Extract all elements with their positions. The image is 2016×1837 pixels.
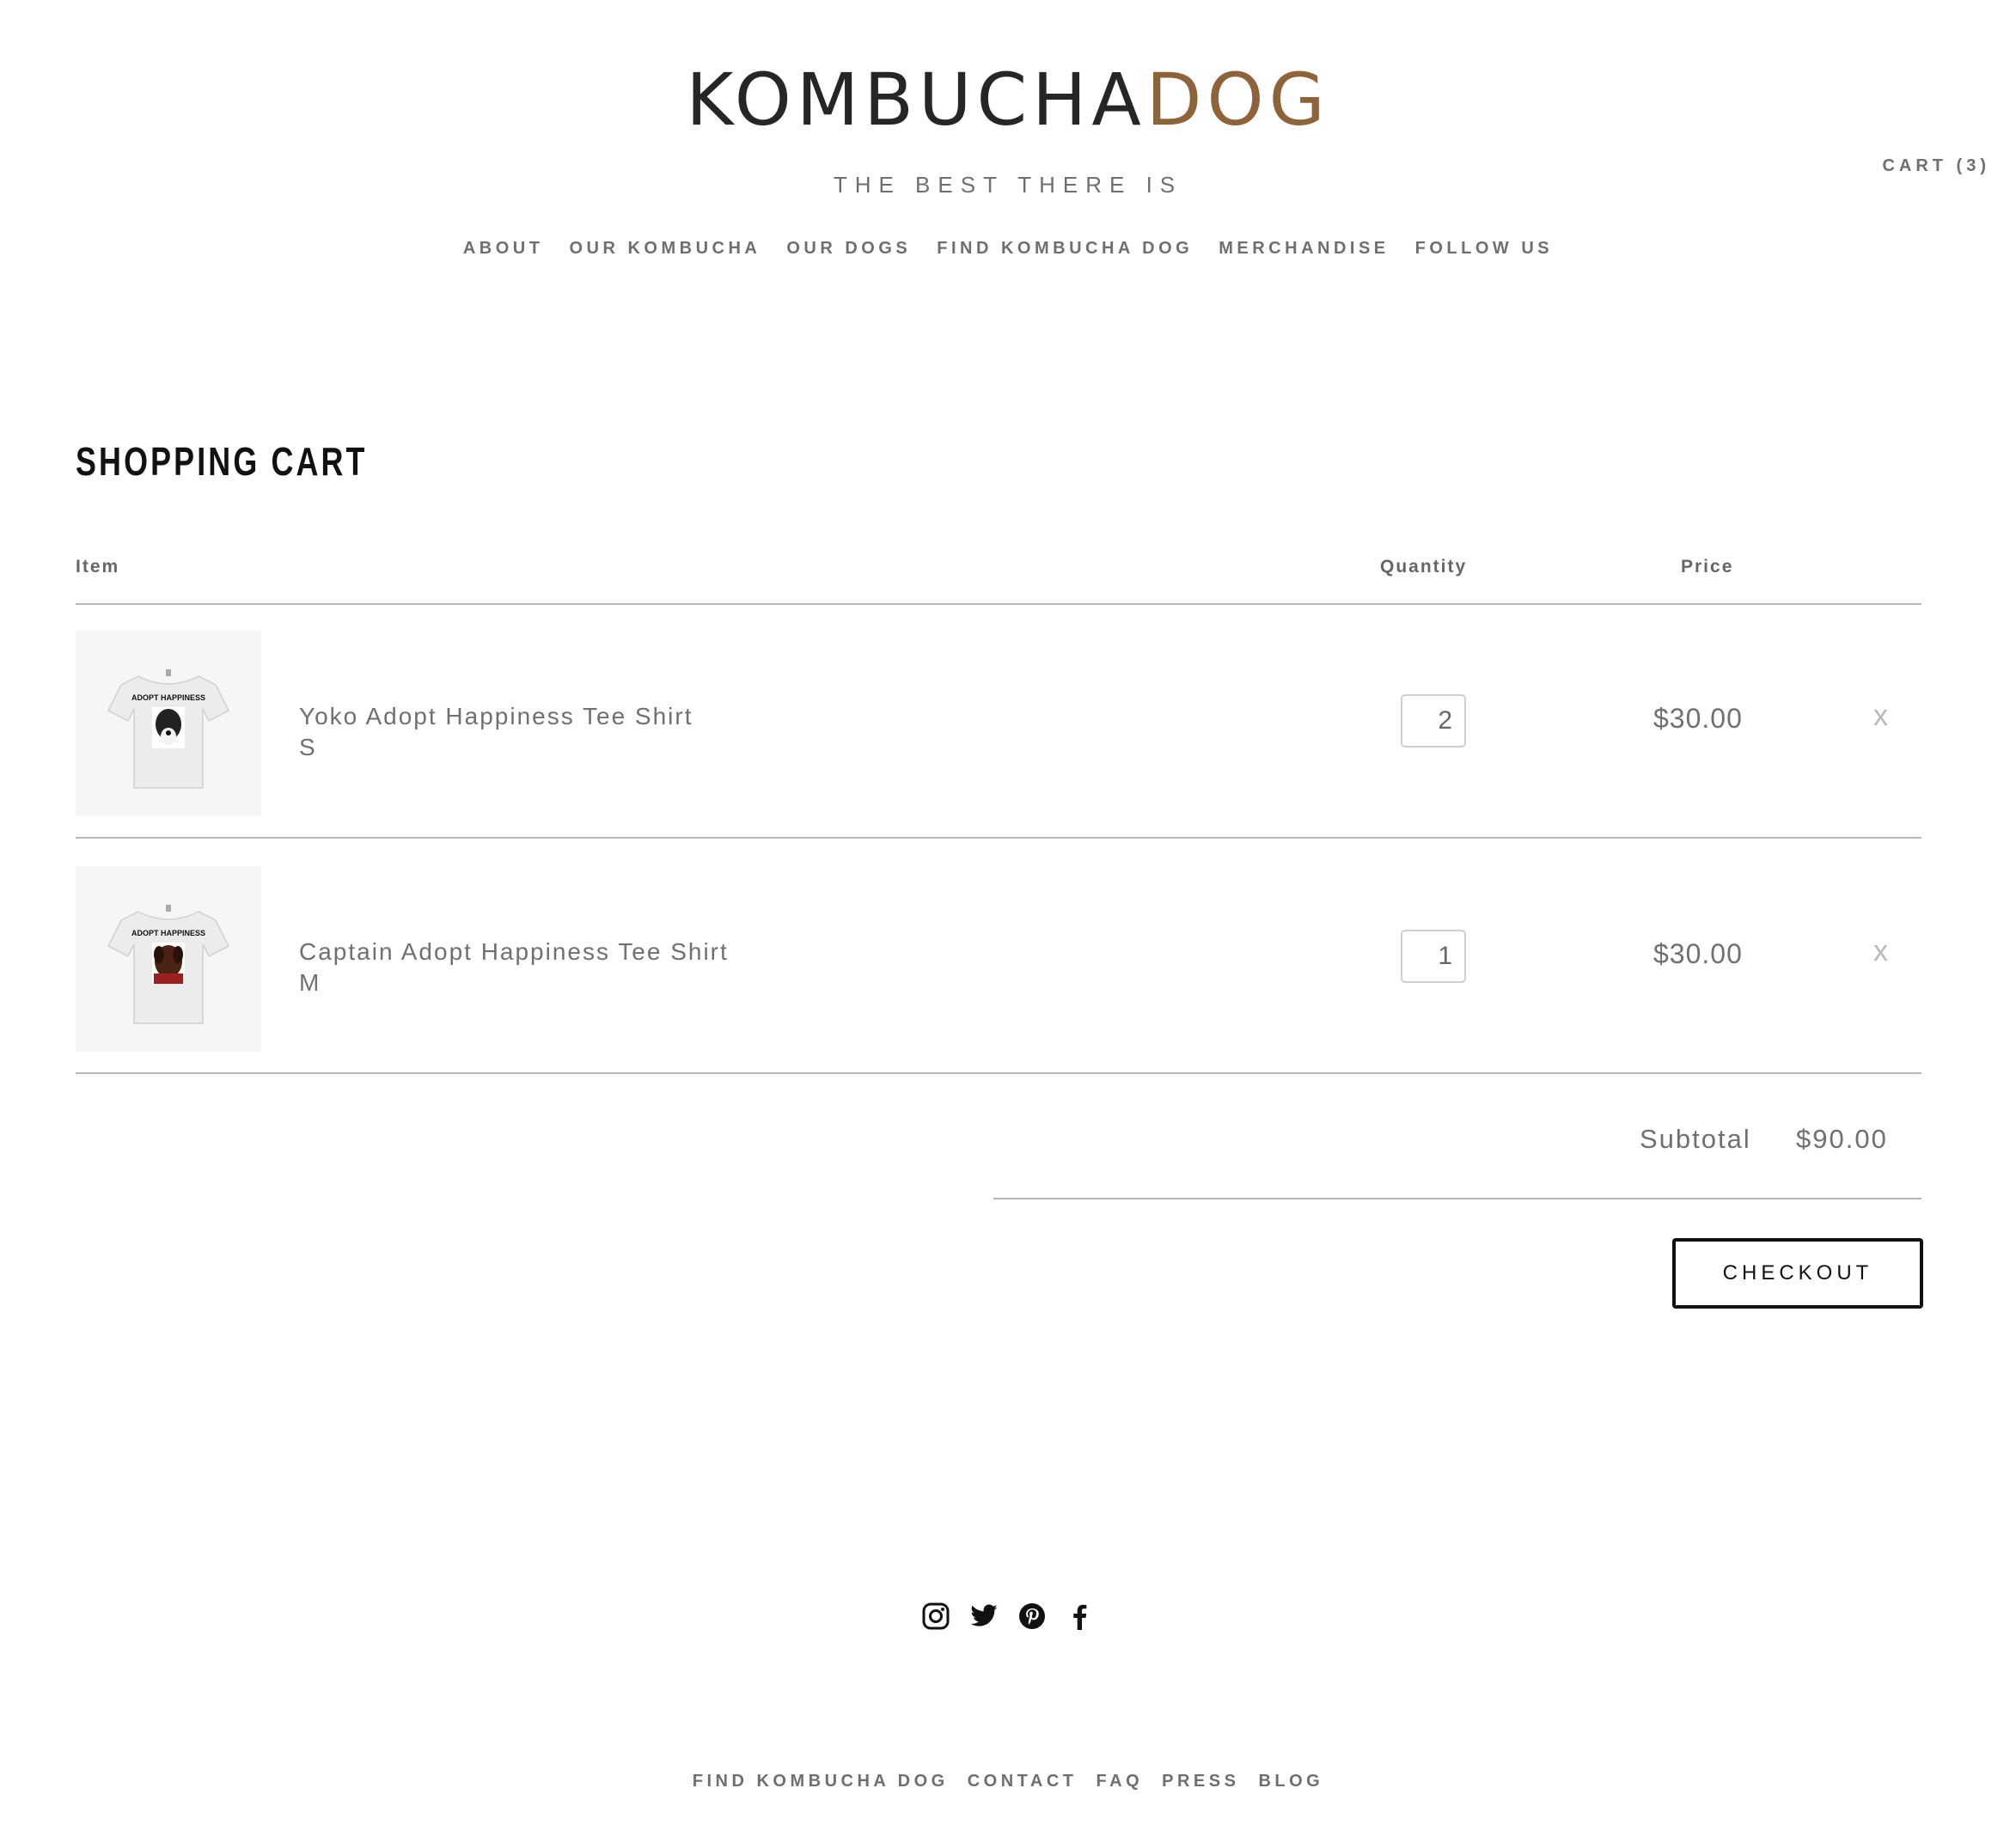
nav-find-kombucha-dog[interactable]: FIND KOMBUCHA DOG [937,239,1193,259]
header-divider [76,603,1921,605]
svg-text:ADOPT HAPPINESS: ADOPT HAPPINESS [131,929,205,937]
column-header-item: Item [76,557,120,577]
instagram-icon[interactable] [921,1602,950,1631]
social-links [0,1602,2016,1631]
item-variant: M [299,969,321,996]
tshirt-image: ADOPT HAPPINESS [107,905,230,1024]
main-nav: ABOUT OUR KOMBUCHA OUR DOGS FIND KOMBUCH… [0,239,2016,259]
footer-link-faq[interactable]: FAQ [1097,1772,1144,1791]
remove-item-button[interactable]: x [1873,935,1888,968]
product-thumbnail[interactable]: ADOPT HAPPINESS [76,631,261,816]
item-details: Captain Adopt Happiness Tee Shirt M [299,937,729,998]
footer-link-find-kombucha-dog[interactable]: FIND KOMBUCHA DOG [693,1772,949,1791]
row-divider [76,837,1921,839]
item-price: $30.00 [1653,703,1743,734]
cart-row: ADOPT HAPPINESS Yoko Adopt Happiness Tee… [76,631,1921,816]
page-title: SHOPPING CART [76,439,368,484]
subtotal-label: Subtotal [1640,1124,1751,1154]
pinterest-icon[interactable] [1017,1602,1047,1631]
cart-row: ADOPT HAPPINESS Captain Adopt Happiness … [76,866,1921,1052]
product-thumbnail[interactable]: ADOPT HAPPINESS [76,866,261,1052]
page: KOMBUCHADOG THE BEST THERE IS CART (3) A… [0,0,2016,1837]
item-title[interactable]: Captain Adopt Happiness Tee Shirt [299,937,729,967]
item-title[interactable]: Yoko Adopt Happiness Tee Shirt [299,701,693,732]
item-variant: S [299,734,317,760]
tagline: THE BEST THERE IS [833,172,1183,198]
remove-item-button[interactable]: x [1873,699,1888,733]
footer-link-contact[interactable]: CONTACT [968,1772,1078,1791]
column-header-quantity: Quantity [1380,557,1468,577]
item-details: Yoko Adopt Happiness Tee Shirt S [299,701,693,763]
nav-our-dogs[interactable]: OUR DOGS [786,239,911,259]
nav-about[interactable]: ABOUT [463,239,544,259]
site-logo[interactable]: KOMBUCHADOG [0,57,2016,143]
svg-text:ADOPT HAPPINESS: ADOPT HAPPINESS [131,693,205,702]
nav-follow-us[interactable]: FOLLOW US [1415,239,1553,259]
item-price: $30.00 [1653,938,1743,969]
nav-merchandise[interactable]: MERCHANDISE [1219,239,1389,259]
footer-link-press[interactable]: PRESS [1162,1772,1239,1791]
cart-link[interactable]: CART (3) [1882,156,1990,176]
facebook-icon[interactable] [1066,1602,1095,1631]
subtotal-value: $90.00 [1796,1124,1888,1154]
footer-nav: FIND KOMBUCHA DOG CONTACT FAQ PRESS BLOG [0,1772,2016,1791]
footer-link-blog[interactable]: BLOG [1258,1772,1323,1791]
tshirt-image: ADOPT HAPPINESS [107,669,230,789]
subtotal-divider [993,1198,1921,1199]
quantity-input[interactable] [1401,930,1466,983]
logo-dog: DOG [1145,58,1330,142]
twitter-icon[interactable] [969,1602,999,1631]
row-divider [76,1072,1921,1074]
nav-our-kombucha[interactable]: OUR KOMBUCHA [569,239,761,259]
column-header-price: Price [1681,557,1734,577]
logo-kombucha: KOMBUCHA [686,58,1146,142]
quantity-input[interactable] [1401,694,1466,748]
checkout-button[interactable]: CHECKOUT [1672,1238,1923,1309]
